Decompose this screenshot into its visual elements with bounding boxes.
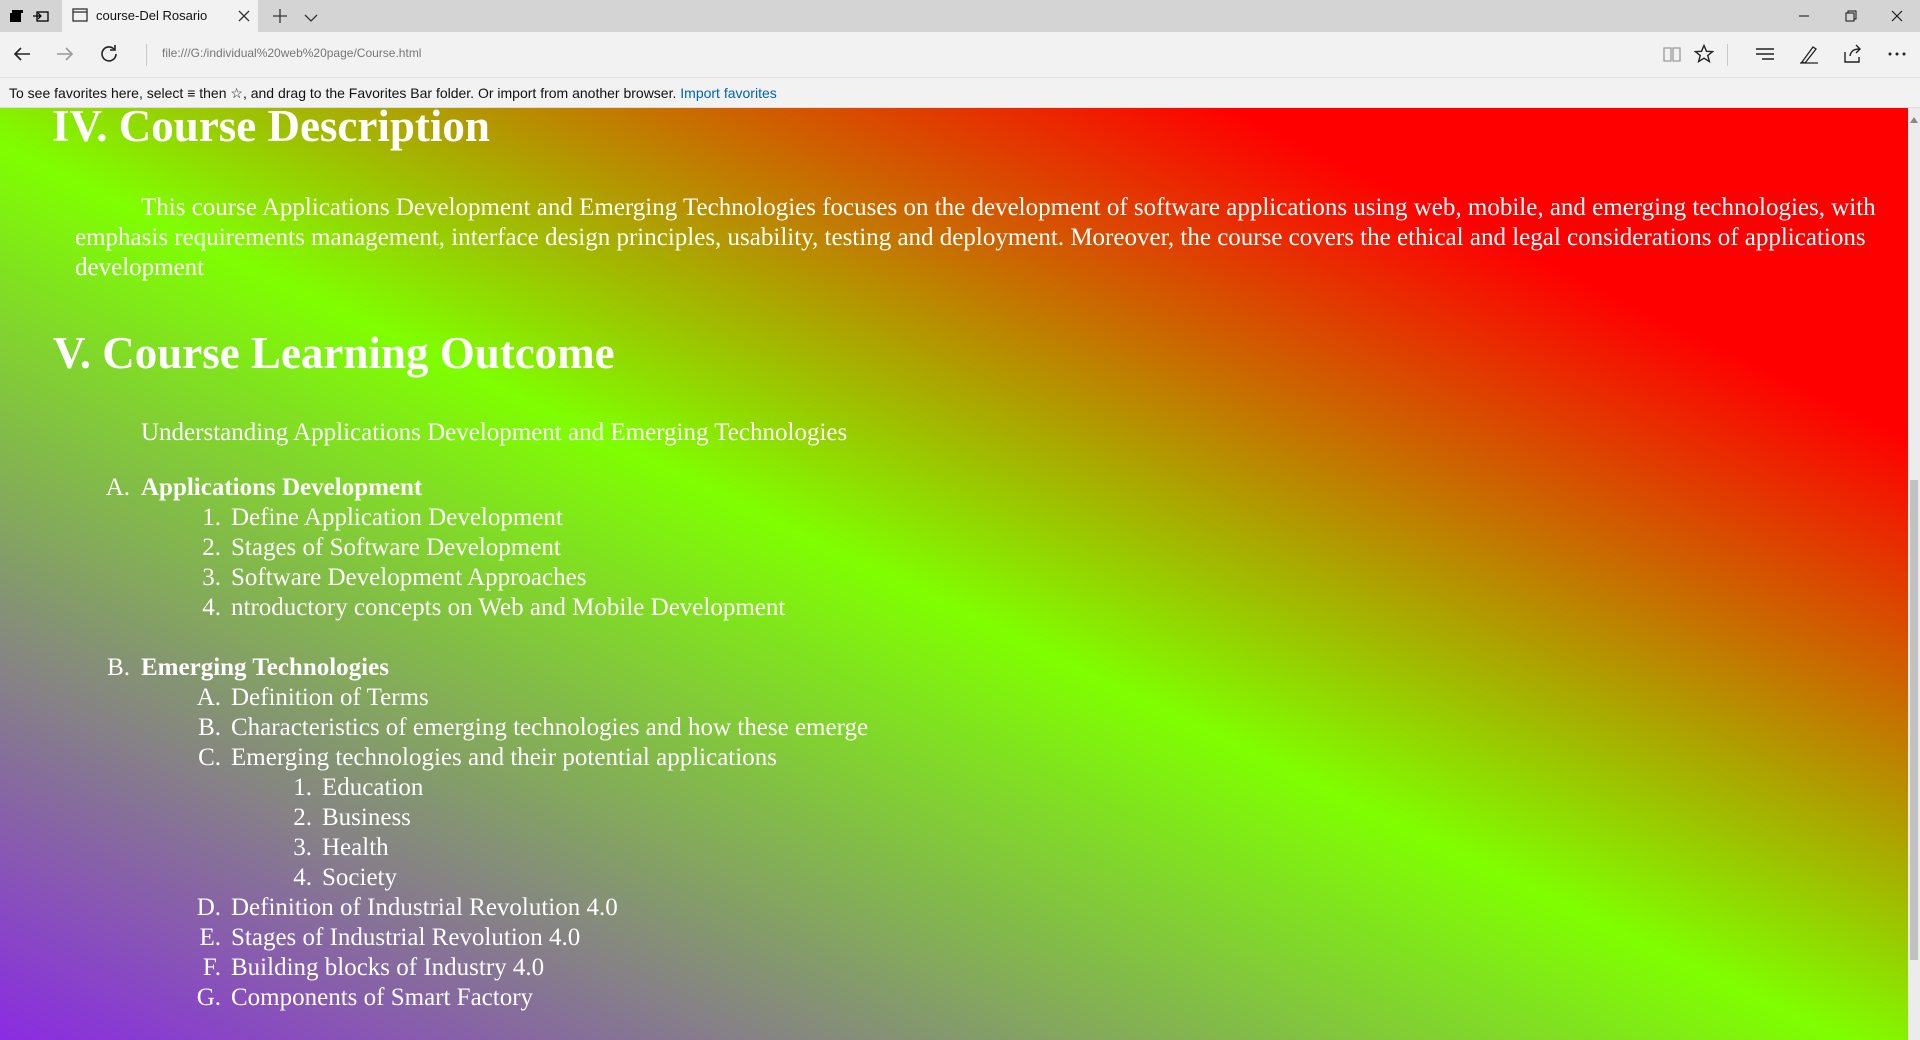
list-marker: C.	[198, 744, 221, 771]
refresh-icon[interactable]	[99, 44, 119, 69]
favorites-hint-text: To see favorites here, select ≡ then ☆, …	[9, 85, 677, 101]
new-tab-icon[interactable]	[272, 8, 288, 29]
course-description-paragraph: This course Applications Development and…	[75, 194, 1876, 281]
list-marker: 4.	[202, 594, 221, 621]
list-item-text: Building blocks of Industry 4.0	[231, 954, 545, 981]
list-marker: 3.	[293, 834, 312, 861]
part-a-title: Applications Development	[141, 474, 423, 501]
address-divider	[146, 44, 147, 66]
list-item-text: Stages of Industrial Revolution 4.0	[231, 924, 581, 951]
scroll-up-icon[interactable]	[1910, 110, 1918, 128]
vertical-scrollbar[interactable]	[1908, 108, 1920, 1040]
list-item-text: Education	[322, 774, 424, 801]
list-item-text: ntroductory concepts on Web and Mobile D…	[231, 594, 786, 621]
reading-view-icon[interactable]	[1662, 44, 1682, 69]
list-item-text: Health	[322, 834, 389, 861]
list-item-text: Define Application Development	[231, 504, 563, 531]
list-marker: A.	[196, 684, 221, 711]
favorites-hint: To see favorites here, select ≡ then ☆, …	[9, 85, 777, 102]
list-item-text: Software Development Approaches	[231, 564, 587, 591]
back-icon[interactable]	[12, 44, 32, 69]
toolbar-divider	[1727, 44, 1728, 66]
active-tab[interactable]: course-Del Rosario	[62, 0, 258, 32]
tab-title: course-Del Rosario	[96, 8, 208, 23]
list-item-text: Emerging technologies and their potentia…	[231, 744, 777, 771]
list-marker: 4.	[293, 864, 312, 891]
minimize-icon[interactable]	[1798, 9, 1810, 27]
section-heading-course-description: IV. Course Description	[52, 108, 490, 151]
list-marker: F.	[202, 954, 221, 981]
part-b-title: Emerging Technologies	[141, 654, 389, 681]
list-item-text: Definition of Industrial Revolution 4.0	[231, 894, 618, 921]
share-icon[interactable]	[1843, 44, 1863, 69]
chevron-down-icon[interactable]	[304, 10, 318, 28]
list-item-text: Definition of Terms	[231, 684, 429, 711]
page-viewport: IV. Course Description This course Appli…	[0, 108, 1920, 1040]
web-note-icon[interactable]	[1799, 44, 1819, 69]
list-marker: B.	[198, 714, 221, 741]
hub-icon[interactable]	[1755, 44, 1775, 69]
scrollbar-thumb[interactable]	[1910, 480, 1918, 960]
tab-bar: course-Del Rosario	[0, 0, 1920, 32]
star-icon[interactable]	[1693, 43, 1715, 69]
import-favorites-link[interactable]: Import favorites	[680, 85, 776, 101]
list-marker: E.	[199, 924, 221, 951]
learning-outcome-intro: Understanding Applications Development a…	[141, 419, 848, 446]
close-tab-icon[interactable]	[238, 9, 250, 27]
list-marker: B.	[107, 654, 130, 681]
list-item-text: Characteristics of emerging technologies…	[231, 714, 869, 741]
favorites-bar: To see favorites here, select ≡ then ☆, …	[0, 78, 1920, 108]
list-item-text: Society	[322, 864, 397, 891]
list-marker: A.	[105, 474, 130, 501]
list-marker: G.	[196, 984, 221, 1011]
list-marker: 2.	[202, 534, 221, 561]
address-bar[interactable]: file:///G:/individual%20web%20page/Cours…	[162, 46, 421, 60]
section-heading-learning-outcome: V. Course Learning Outcome	[53, 328, 615, 378]
list-item-text: Stages of Software Development	[231, 534, 561, 561]
close-window-icon[interactable]	[1891, 9, 1903, 27]
list-item-text: Components of Smart Factory	[231, 984, 534, 1011]
forward-icon[interactable]	[55, 44, 75, 69]
list-marker: 1.	[202, 504, 221, 531]
page-icon	[72, 8, 88, 27]
list-marker: 1.	[293, 774, 312, 801]
list-marker: D.	[196, 894, 221, 921]
set-tabs-aside-icon[interactable]	[32, 8, 50, 24]
navigation-bar: file:///G:/individual%20web%20page/Cours…	[0, 32, 1920, 78]
restore-icon[interactable]	[1845, 9, 1857, 27]
list-marker: 2.	[293, 804, 312, 831]
tab-manager-icon[interactable]	[8, 8, 26, 24]
list-marker: 3.	[202, 564, 221, 591]
more-icon[interactable]	[1887, 44, 1907, 69]
list-item-text: Business	[322, 804, 411, 831]
